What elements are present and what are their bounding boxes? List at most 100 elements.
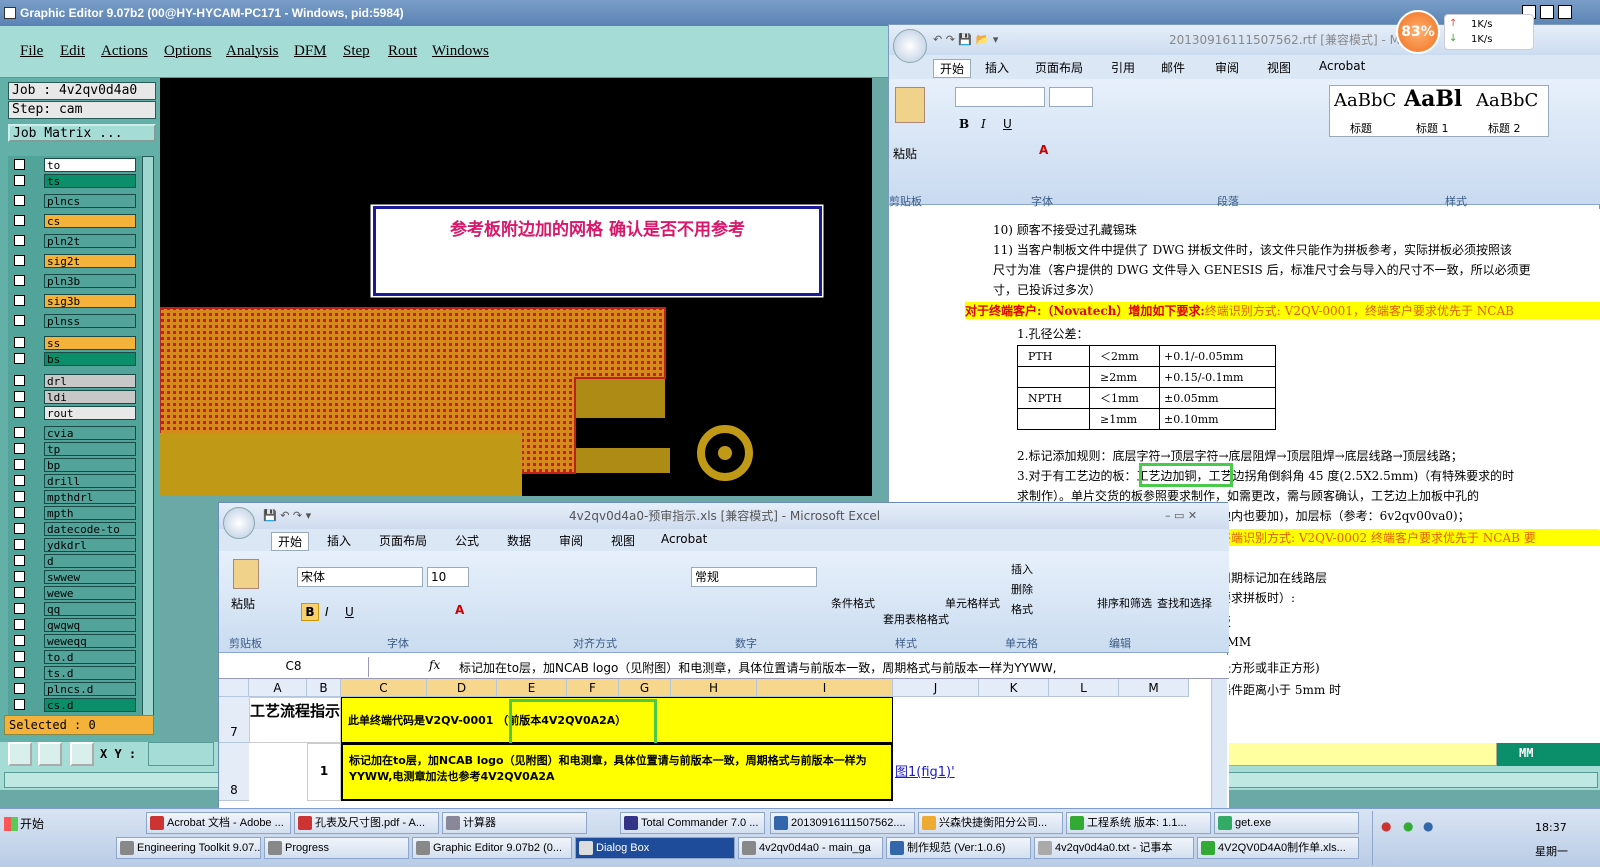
col-header[interactable]: B <box>307 679 341 697</box>
word-tab-references[interactable]: 引用 <box>1111 59 1135 76</box>
word-font-box[interactable] <box>955 87 1045 107</box>
taskbar-item[interactable]: 工程系统 版本: 1.1... <box>1066 812 1211 834</box>
layer-checkbox[interactable] <box>14 215 25 226</box>
xl-format[interactable]: 格式 <box>1011 601 1033 617</box>
layer-name[interactable]: plncs.d <box>44 682 136 696</box>
layer-name[interactable]: ldi <box>44 390 136 404</box>
layer-row[interactable]: sig2t <box>12 254 136 268</box>
layer-name[interactable]: plnss <box>44 314 136 328</box>
paste-icon[interactable] <box>895 87 925 123</box>
layer-name[interactable]: drill <box>44 474 136 488</box>
layer-checkbox[interactable] <box>14 507 25 518</box>
col-header[interactable]: C <box>341 679 427 697</box>
taskbar-item[interactable]: Acrobat 文档 - Adobe ... <box>146 812 291 834</box>
layer-name[interactable]: d <box>44 554 136 568</box>
layer-checkbox[interactable] <box>14 699 25 710</box>
layer-row[interactable]: mpth <box>12 506 136 520</box>
layer-row[interactable]: ss <box>12 336 136 350</box>
taskbar-item[interactable]: Graphic Editor 9.07b2 (0... <box>412 837 572 859</box>
tool-icon-1[interactable] <box>8 742 32 766</box>
xl-conditional-format[interactable]: 条件格式 <box>831 595 875 611</box>
layer-checkbox[interactable] <box>14 175 25 186</box>
layer-checkbox[interactable] <box>14 315 25 326</box>
layer-row[interactable]: drl <box>12 374 136 388</box>
layer-checkbox[interactable] <box>14 619 25 630</box>
layer-checkbox[interactable] <box>14 353 25 364</box>
col-header[interactable]: D <box>427 679 497 697</box>
layer-row[interactable]: ldi <box>12 390 136 404</box>
layer-name[interactable]: sig2t <box>44 254 136 268</box>
styles-gallery[interactable]: AaBbC 标题 AaBl 标题 1 AaBbC 标题 2 <box>1329 85 1549 137</box>
layer-row[interactable]: pln3b <box>12 274 136 288</box>
layer-row[interactable]: wewe <box>12 586 136 600</box>
layer-name[interactable]: mpthdrl <box>44 490 136 504</box>
layer-row[interactable]: cvia <box>12 426 136 440</box>
layer-row[interactable]: weweqq <box>12 634 136 648</box>
menu-options[interactable]: Options <box>164 43 212 60</box>
xl-bold-button[interactable]: B <box>301 603 319 621</box>
word-size-box[interactable] <box>1049 87 1093 107</box>
layer-checkbox[interactable] <box>14 651 25 662</box>
layer-row[interactable]: to <box>12 158 136 172</box>
layer-checkbox[interactable] <box>14 337 25 348</box>
taskbar-item[interactable]: 兴森快捷衡阳分公司... <box>918 812 1063 834</box>
row-header[interactable]: 8 <box>219 743 249 801</box>
layer-checkbox[interactable] <box>14 391 25 402</box>
layer-checkbox[interactable] <box>14 235 25 246</box>
start-button[interactable]: 开始 <box>2 813 54 835</box>
col-header[interactable]: J <box>893 679 979 697</box>
layer-checkbox[interactable] <box>14 295 25 306</box>
menu-edit[interactable]: Edit <box>60 43 85 60</box>
col-header[interactable]: L <box>1049 679 1119 697</box>
layer-row[interactable]: tp <box>12 442 136 456</box>
xl-tab-data[interactable]: 数据 <box>507 532 531 549</box>
xl-cell-style[interactable]: 单元格样式 <box>945 595 1000 611</box>
layer-name[interactable]: sig3b <box>44 294 136 308</box>
layer-name[interactable]: plncs <box>44 194 136 208</box>
layer-name[interactable]: ss <box>44 336 136 350</box>
layer-row[interactable]: plncs <box>12 194 136 208</box>
layer-name[interactable]: cs.d <box>44 698 136 712</box>
layer-name[interactable]: rout <box>44 406 136 420</box>
layer-name[interactable]: swwew <box>44 570 136 584</box>
layer-name[interactable]: tp <box>44 442 136 456</box>
layer-name[interactable]: cvia <box>44 426 136 440</box>
layer-row[interactable]: swwew <box>12 570 136 584</box>
layer-row[interactable]: qq <box>12 602 136 616</box>
col-header[interactable]: K <box>979 679 1049 697</box>
cell-b8[interactable]: 1 <box>307 743 341 801</box>
layer-row[interactable]: mpthdrl <box>12 490 136 504</box>
layer-row[interactable]: datecode-to <box>12 522 136 536</box>
layer-name[interactable]: pln2t <box>44 234 136 248</box>
underline-button[interactable]: U <box>1003 117 1012 131</box>
select-all-corner[interactable] <box>219 679 249 697</box>
xl-number-format[interactable]: 常规 <box>691 567 817 587</box>
xl-tab-layout[interactable]: 页面布局 <box>379 532 427 549</box>
layer-checkbox[interactable] <box>14 523 25 534</box>
word-tab-review[interactable]: 审阅 <box>1215 59 1239 76</box>
cpu-usage-badge[interactable]: 83% <box>1396 10 1440 54</box>
layer-name[interactable]: weweqq <box>44 634 136 648</box>
tray-icon[interactable]: ● <box>1423 819 1433 833</box>
menu-windows[interactable]: Windows <box>432 43 489 60</box>
units-button[interactable]: MM <box>1497 742 1600 766</box>
xl-tab-view[interactable]: 视图 <box>611 532 635 549</box>
xl-underline-button[interactable]: U <box>345 605 354 619</box>
paste-label[interactable]: 粘贴 <box>893 145 917 162</box>
layer-checkbox[interactable] <box>14 255 25 266</box>
col-header[interactable]: M <box>1119 679 1189 697</box>
xl-tab-home[interactable]: 开始 <box>271 532 310 551</box>
word-tab-view[interactable]: 视图 <box>1267 59 1291 76</box>
xl-paste-label[interactable]: 粘贴 <box>231 595 255 612</box>
xy-input[interactable] <box>148 742 214 766</box>
col-header[interactable]: H <box>671 679 757 697</box>
layer-checkbox[interactable] <box>14 427 25 438</box>
layer-checkbox[interactable] <box>14 475 25 486</box>
layer-row[interactable]: cs.d <box>12 698 136 712</box>
layer-row[interactable]: plncs.d <box>12 682 136 696</box>
layer-row[interactable]: cs <box>12 214 136 228</box>
layer-checkbox[interactable] <box>14 407 25 418</box>
xl-find-select[interactable]: 查找和选择 <box>1157 595 1212 611</box>
cell-j8-link[interactable]: 图1(fig1)' <box>895 761 955 780</box>
font-color-button[interactable]: A <box>1039 143 1048 157</box>
